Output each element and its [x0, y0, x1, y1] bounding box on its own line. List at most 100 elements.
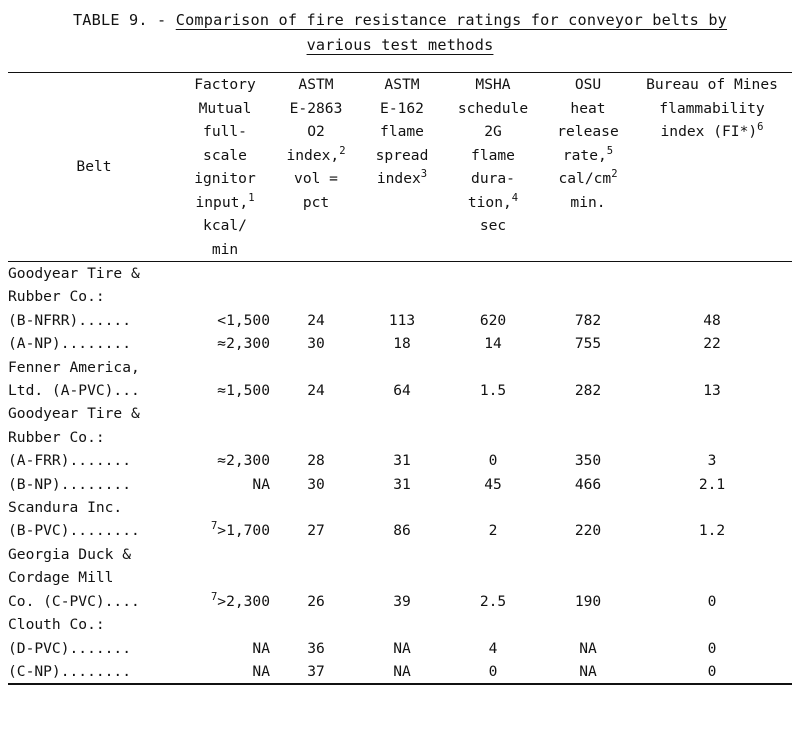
table-container: Belt Factory Mutual full- scale ignitor …: [8, 72, 792, 686]
empty-cell-e162: [362, 613, 442, 636]
cell-astm-e162-flame-spread-index: 113: [388, 311, 416, 329]
osu-hline-6: min.: [570, 193, 606, 211]
empty-cell-fm: [180, 496, 270, 519]
row-label-belt: (B-NP)........: [8, 475, 132, 493]
empty-cell-bom: [632, 402, 792, 425]
osu-hline-1: OSU: [574, 76, 602, 93]
cell-bureau-of-mines-flammability-index: 2.1: [698, 475, 726, 493]
table-row: (A-NP)........ ≈2,300 30 18 14 755 22: [8, 332, 792, 355]
empty-cell-e2863: [270, 262, 362, 285]
empty-cell-fm: [180, 613, 270, 636]
cell-astm-e2863-oxygen-index: 27: [307, 522, 325, 540]
document-page: TABLE 9. - Comparison of fire resistance…: [0, 0, 800, 738]
table-row: Ltd. (A-PVC)... ≈1,500 24 64 1.5 282 13: [8, 379, 792, 402]
cell-astm-e162-flame-spread-index: 18: [393, 335, 411, 353]
fm-hline-4: scale: [203, 146, 247, 164]
cell-astm-e2863-oxygen-index: 24: [307, 311, 325, 329]
empty-cell-fm: [180, 543, 270, 566]
cell-msha-2g-flame-duration: 2: [488, 522, 498, 540]
cell-bureau-of-mines-flammability-index: 3: [707, 452, 717, 470]
cell-bureau-of-mines-flammability-index: 48: [703, 311, 721, 329]
group-heading-label: Fenner America,: [8, 358, 140, 376]
column-header-belt-line-1: Belt: [76, 158, 112, 176]
table-group-heading-row: Goodyear Tire &: [8, 402, 792, 425]
table-title-text-line-2: various test methods: [306, 36, 494, 54]
bom-hline-3: index (FI*)6: [632, 120, 792, 144]
empty-cell-msha: [442, 566, 544, 589]
msha-hline-6-text: tion,: [467, 193, 512, 211]
bom-footnote-marker: 6: [757, 121, 764, 134]
empty-cell-msha: [442, 356, 544, 379]
cell-msha-2g-flame-duration: 1.5: [479, 382, 507, 400]
cell-factory-mutual-ignitor-input: NA: [252, 639, 270, 657]
table-row: (A-FRR)....... ≈2,300 28 31 0 350 3: [8, 449, 792, 472]
cell-msha-2g-flame-duration: 14: [484, 335, 502, 353]
empty-cell-bom: [632, 613, 792, 636]
msha-hline-3: 2G: [484, 123, 502, 140]
empty-cell-e2863: [270, 356, 362, 379]
empty-cell-e162: [362, 566, 442, 589]
empty-cell-bom: [632, 496, 792, 519]
fm-hline-6: input,1: [180, 191, 270, 215]
fm-hline-2: Mutual: [198, 99, 252, 117]
empty-cell-osu: [544, 285, 632, 308]
cell-footnote-marker: 7: [210, 520, 218, 533]
empty-cell-bom: [632, 543, 792, 566]
bom-hline-3-text: index (FI*): [660, 123, 758, 140]
empty-cell-e162: [362, 426, 442, 449]
cell-astm-e162-flame-spread-index: 31: [393, 475, 411, 493]
table-group-heading-row: Clouth Co.:: [8, 613, 792, 636]
empty-cell-msha: [442, 402, 544, 425]
group-heading-label: Rubber Co.:: [8, 288, 105, 306]
table-number-label: TABLE 9. -: [72, 11, 176, 29]
empty-cell-fm: [180, 285, 270, 308]
cell-osu-heat-release-rate: NA: [579, 639, 597, 657]
empty-cell-fm: [180, 426, 270, 449]
fm-hline-6-text: input,: [195, 193, 249, 211]
group-heading-label: Cordage Mill: [8, 569, 114, 587]
empty-cell-e2863: [270, 613, 362, 636]
empty-cell-osu: [544, 262, 632, 285]
e2863-hline-2: E-2863: [289, 99, 343, 117]
cell-osu-heat-release-rate: NA: [579, 662, 597, 680]
e2863-hline-6: pct: [302, 193, 330, 211]
empty-cell-msha: [442, 262, 544, 285]
cell-bureau-of-mines-flammability-index: 22: [703, 335, 721, 353]
empty-cell-e162: [362, 496, 442, 519]
group-heading-label: Rubber Co.:: [8, 428, 105, 446]
cell-factory-mutual-ignitor-input: ≈2,300: [217, 452, 270, 470]
empty-cell-msha: [442, 285, 544, 308]
row-label-belt: Ltd. (A-PVC)...: [8, 382, 140, 400]
cell-astm-e162-flame-spread-index: 31: [393, 452, 411, 470]
e2863-hline-4: index,2: [270, 144, 362, 168]
cell-astm-e162-flame-spread-index: 39: [393, 592, 411, 610]
cell-osu-heat-release-rate: 190: [574, 592, 602, 610]
group-heading-label: Georgia Duck &: [8, 545, 132, 563]
msha-hline-6: tion,4: [442, 191, 544, 215]
cell-factory-mutual-ignitor-input: 7>1,700: [210, 520, 270, 540]
empty-cell-msha: [442, 426, 544, 449]
table-row: (D-PVC)....... NA 36 NA 4 NA 0: [8, 637, 792, 660]
cell-msha-2g-flame-duration: 620: [479, 311, 507, 329]
comparison-table-body: Goodyear Tire & Rubber Co.: (B-NFRR)....…: [8, 262, 792, 683]
cell-footnote-marker: 7: [210, 590, 218, 603]
empty-cell-e162: [362, 285, 442, 308]
empty-cell-bom: [632, 262, 792, 285]
empty-cell-e162: [362, 543, 442, 566]
table-title-text-line-1: Comparison of fire resistance ratings fo…: [175, 11, 728, 29]
cell-astm-e162-flame-spread-index: 64: [393, 382, 411, 400]
fm-footnote-marker: 1: [248, 191, 255, 204]
empty-cell-bom: [632, 426, 792, 449]
empty-cell-e2863: [270, 496, 362, 519]
row-label-belt: Co. (C-PVC)....: [8, 592, 140, 610]
table-bottom-rule: [8, 683, 792, 686]
group-heading-label: Clouth Co.:: [8, 616, 105, 634]
empty-cell-msha: [442, 613, 544, 636]
msha-footnote-marker: 4: [511, 191, 519, 204]
empty-cell-osu: [544, 543, 632, 566]
row-label-belt: (A-NP)........: [8, 335, 132, 353]
column-header-belt: Belt: [8, 73, 180, 261]
msha-hline-1: MSHA: [475, 76, 511, 93]
cell-astm-e2863-oxygen-index: 24: [307, 382, 325, 400]
empty-cell-e2863: [270, 285, 362, 308]
